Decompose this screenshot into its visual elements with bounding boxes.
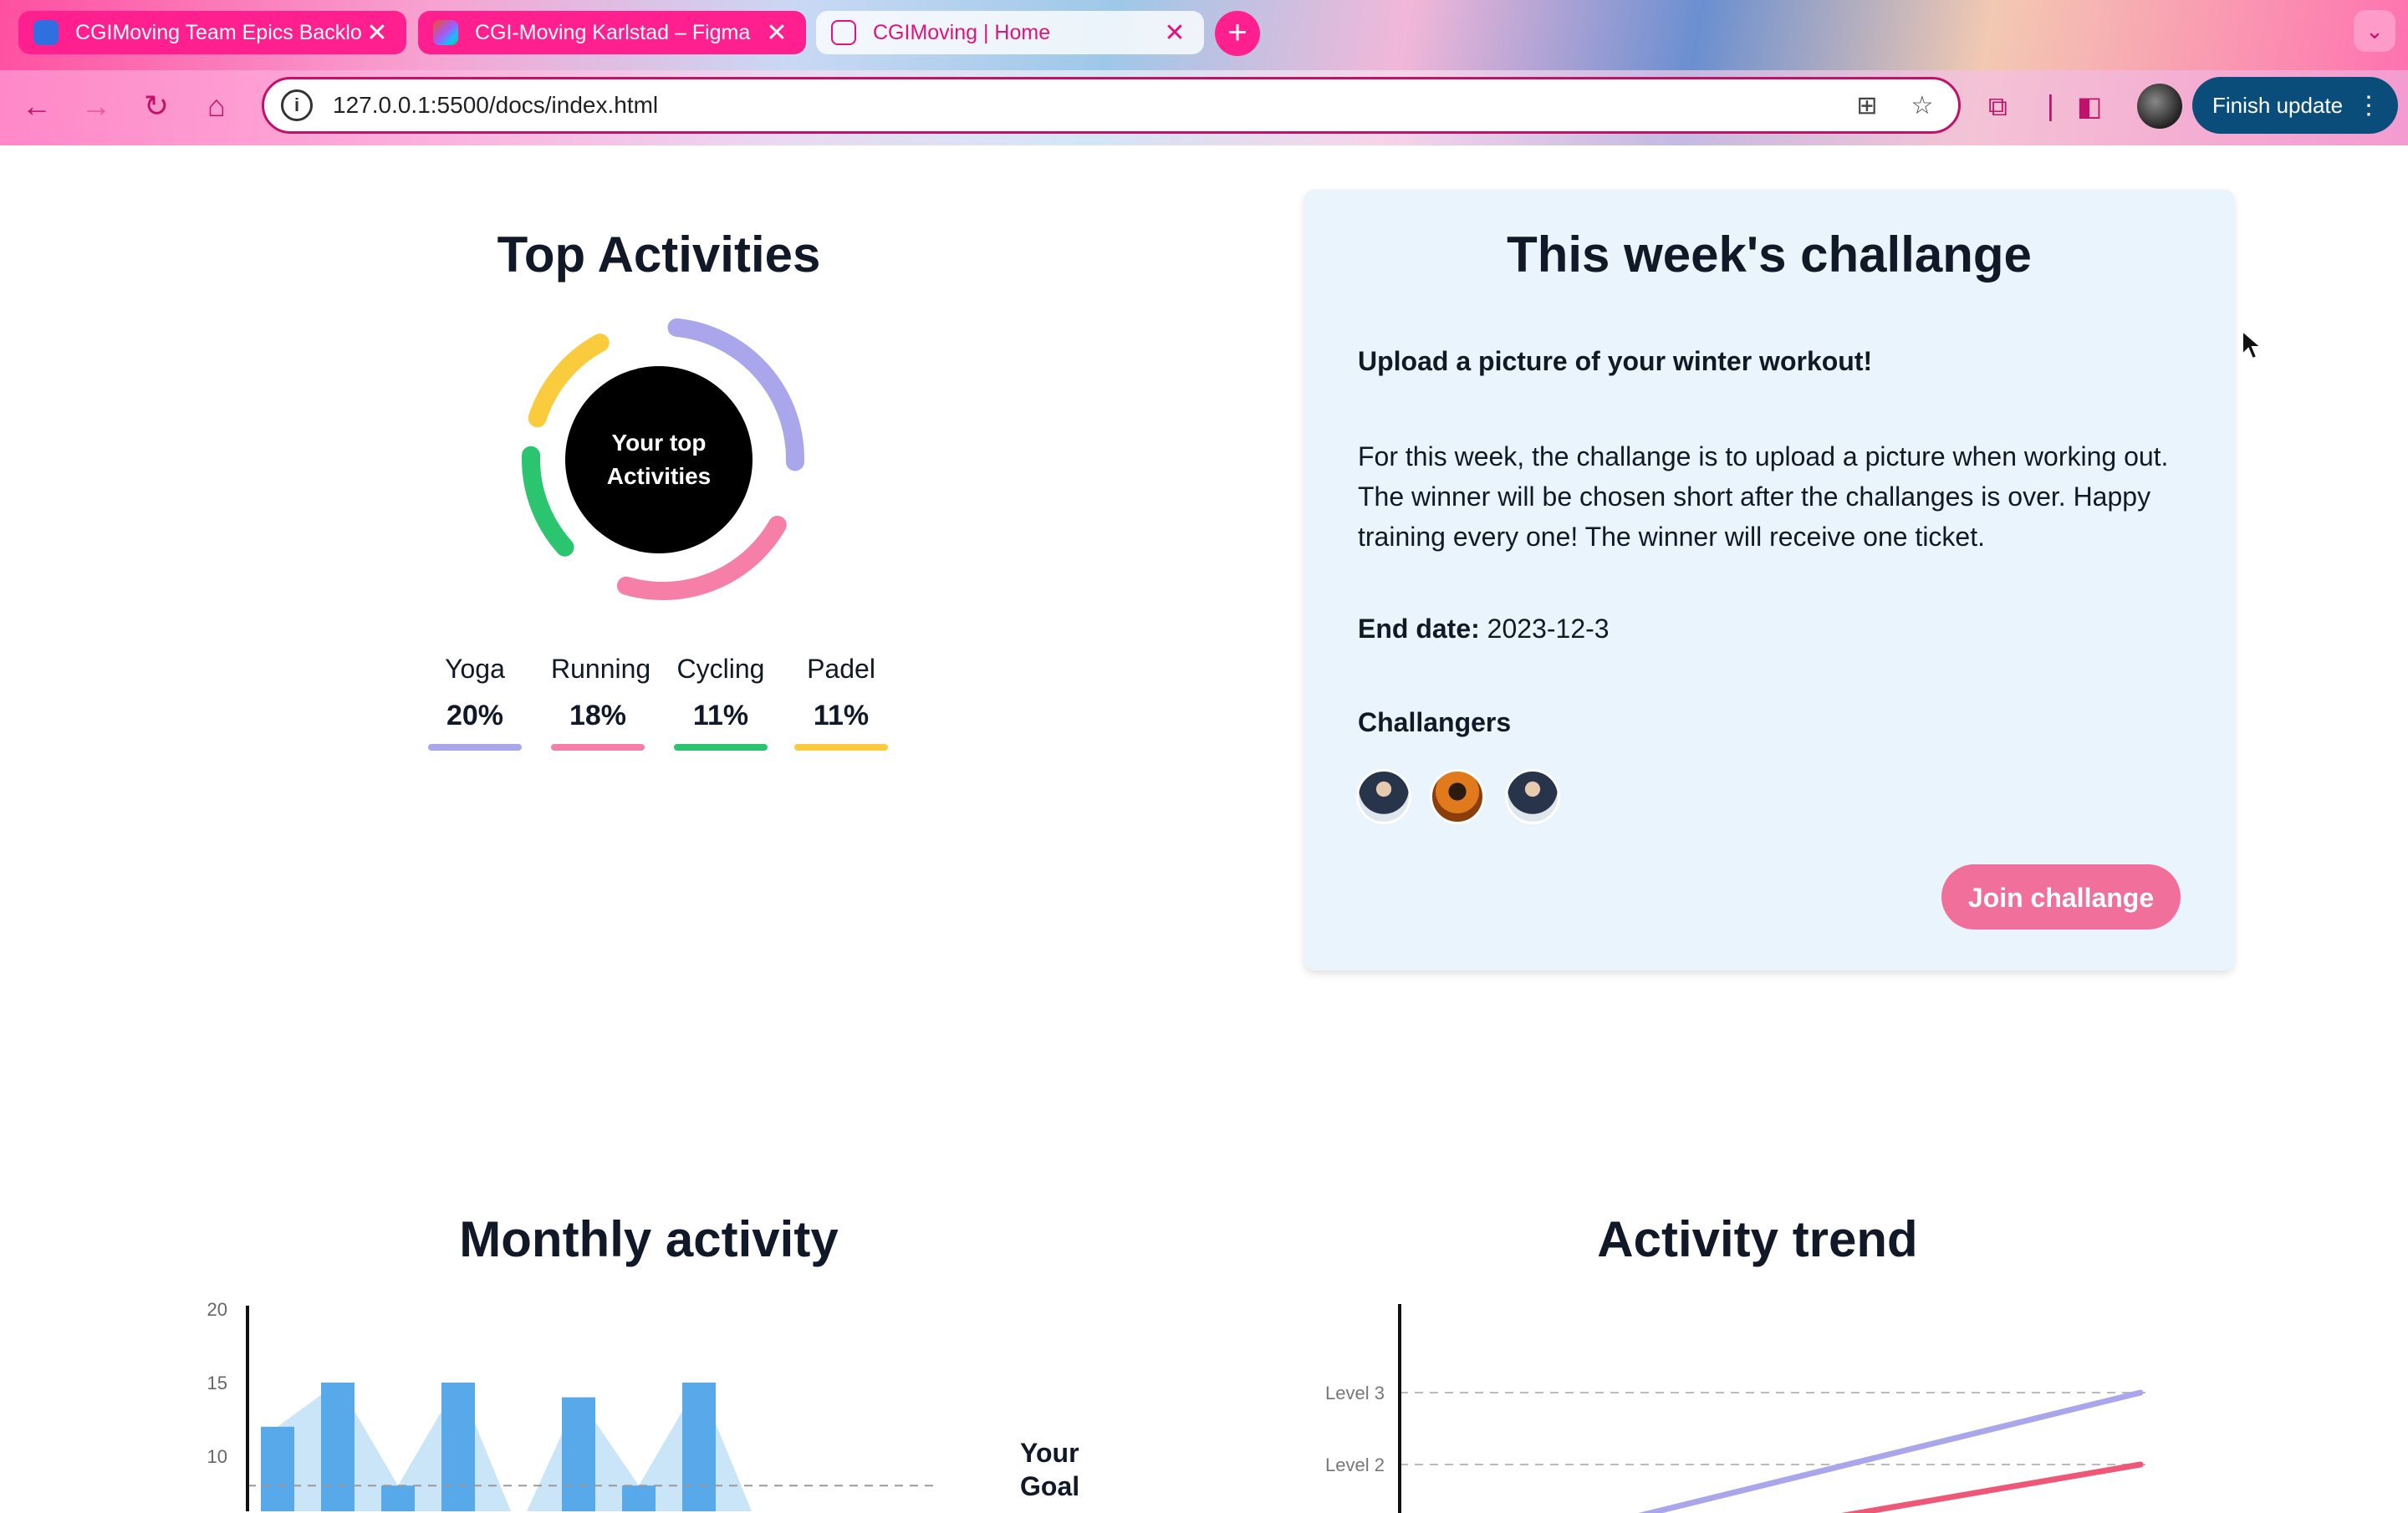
bar <box>321 1383 355 1511</box>
jira-favicon-icon <box>33 20 59 45</box>
activity-trend-title: Activity trend <box>1597 1211 1918 1267</box>
y-tick-label: 15 <box>207 1373 227 1393</box>
forward-icon[interactable]: → <box>74 84 119 129</box>
browser-chrome: CGIMoving Team Epics Backlo ✕ CGI-Moving… <box>0 0 2408 145</box>
challengers-heading: Challangers <box>1358 707 1512 737</box>
activity-trend-chart: Level 3 Level 2 <box>1325 1304 2145 1513</box>
goal-label: Your Goal <box>1020 1436 1079 1503</box>
translate-icon[interactable]: ⊞ <box>1848 91 1886 120</box>
activity-yoga: Yoga 20% <box>428 654 522 751</box>
challenger-avatar[interactable] <box>1430 769 1485 824</box>
cgi-favicon-icon <box>831 20 856 45</box>
activity-name: Yoga <box>445 654 505 684</box>
profile-avatar[interactable] <box>2137 84 2182 129</box>
tab-title: CGIMoving Team Epics Backlo <box>75 20 362 44</box>
tab-figma[interactable]: CGI-Moving Karlstad – Figma ✕ <box>418 11 806 54</box>
donut-center-label: Your top Activities <box>565 366 752 553</box>
end-date-value: 2023-12-3 <box>1487 614 1610 644</box>
y-tick-label: 10 <box>207 1446 227 1467</box>
close-icon[interactable]: ✕ <box>1161 18 1189 48</box>
more-icon[interactable]: ⋮ <box>2356 91 2381 120</box>
top-activities-title: Top Activities <box>497 227 821 283</box>
info-icon[interactable]: i <box>281 89 313 121</box>
donut-center-line1: Your top <box>611 430 707 456</box>
activity-color-bar <box>551 744 645 751</box>
activity-percent: 11% <box>692 700 749 731</box>
address-bar[interactable]: i 127.0.0.1:5500/docs/index.html ⊞ ☆ <box>262 77 1961 134</box>
divider: | <box>2047 90 2054 122</box>
monthly-activity-chart: 20 15 10 <box>207 1299 936 1511</box>
sidepanel-icon[interactable]: ◧ <box>2077 84 2102 129</box>
bar <box>261 1426 294 1511</box>
goal-label-line1: Your <box>1020 1438 1079 1468</box>
url-text[interactable]: 127.0.0.1:5500/docs/index.html <box>333 92 1848 119</box>
activity-color-bar <box>674 744 768 751</box>
activity-cycling: Cycling 11% <box>674 654 768 751</box>
series-line <box>1841 1461 2144 1513</box>
activity-name: Running <box>551 654 651 684</box>
challenge-subtitle: Upload a picture of your winter workout! <box>1358 346 1873 376</box>
bar <box>562 1397 595 1511</box>
tab-home[interactable]: CGIMoving | Home ✕ <box>816 11 1204 54</box>
figma-favicon-icon <box>433 20 458 45</box>
star-icon[interactable]: ☆ <box>1903 91 1941 120</box>
challenge-card <box>1304 190 2234 970</box>
bar <box>381 1485 415 1511</box>
challenge-title: This week's challange <box>1507 227 2032 283</box>
tab-search-button[interactable]: ⌄ <box>2354 10 2395 52</box>
donut-center-line2: Activities <box>606 463 712 489</box>
activity-name: Padel <box>807 654 875 684</box>
close-icon[interactable]: ✕ <box>363 18 391 48</box>
challenger-avatar[interactable] <box>1356 769 1411 824</box>
y-tick-label: 20 <box>207 1299 227 1320</box>
back-icon[interactable]: ← <box>14 84 59 129</box>
extensions-icon[interactable]: ⧉ <box>1988 84 2008 129</box>
home-icon[interactable]: ⌂ <box>194 84 239 129</box>
goal-label-line2: Goal <box>1020 1471 1080 1501</box>
finish-update-label: Finish update <box>2212 92 2344 118</box>
challenger-avatar[interactable] <box>1505 769 1560 824</box>
finish-update-button[interactable]: Finish update ⋮ <box>2192 77 2398 134</box>
reload-icon[interactable]: ↻ <box>134 84 179 129</box>
y-tick-label: Level 2 <box>1325 1454 1385 1475</box>
mouse-cursor-icon <box>2242 329 2263 360</box>
close-icon[interactable]: ✕ <box>763 18 791 48</box>
tab-title: CGI-Moving Karlstad – Figma <box>475 20 751 44</box>
y-tick-label: Level 3 <box>1325 1383 1385 1403</box>
bar <box>441 1383 475 1511</box>
new-tab-button[interactable]: + <box>1215 11 1260 56</box>
challenge-description: For this week, the challange is to uploa… <box>1358 441 2169 552</box>
activity-percent: 20% <box>446 700 504 731</box>
end-date-label: End date: <box>1358 614 1480 644</box>
bar <box>682 1383 716 1511</box>
tab-title: CGIMoving | Home <box>873 20 1051 44</box>
bar <box>622 1485 656 1511</box>
activity-percent: 11% <box>813 700 870 731</box>
activity-color-bar <box>794 744 888 751</box>
activity-percent: 18% <box>569 700 627 731</box>
join-challenge-button[interactable]: Join challange <box>1941 864 2181 930</box>
tab-backlog[interactable]: CGIMoving Team Epics Backlo ✕ <box>18 11 406 54</box>
activity-padel: Padel 11% <box>794 654 888 751</box>
challenge-end-date: End date: 2023-12-3 <box>1358 614 1610 644</box>
activity-color-bar <box>428 744 522 751</box>
monthly-activity-title: Monthly activity <box>459 1211 839 1267</box>
activity-running: Running 18% <box>551 654 651 751</box>
activity-name: Cycling <box>676 654 765 684</box>
series-line <box>1638 1389 2144 1513</box>
